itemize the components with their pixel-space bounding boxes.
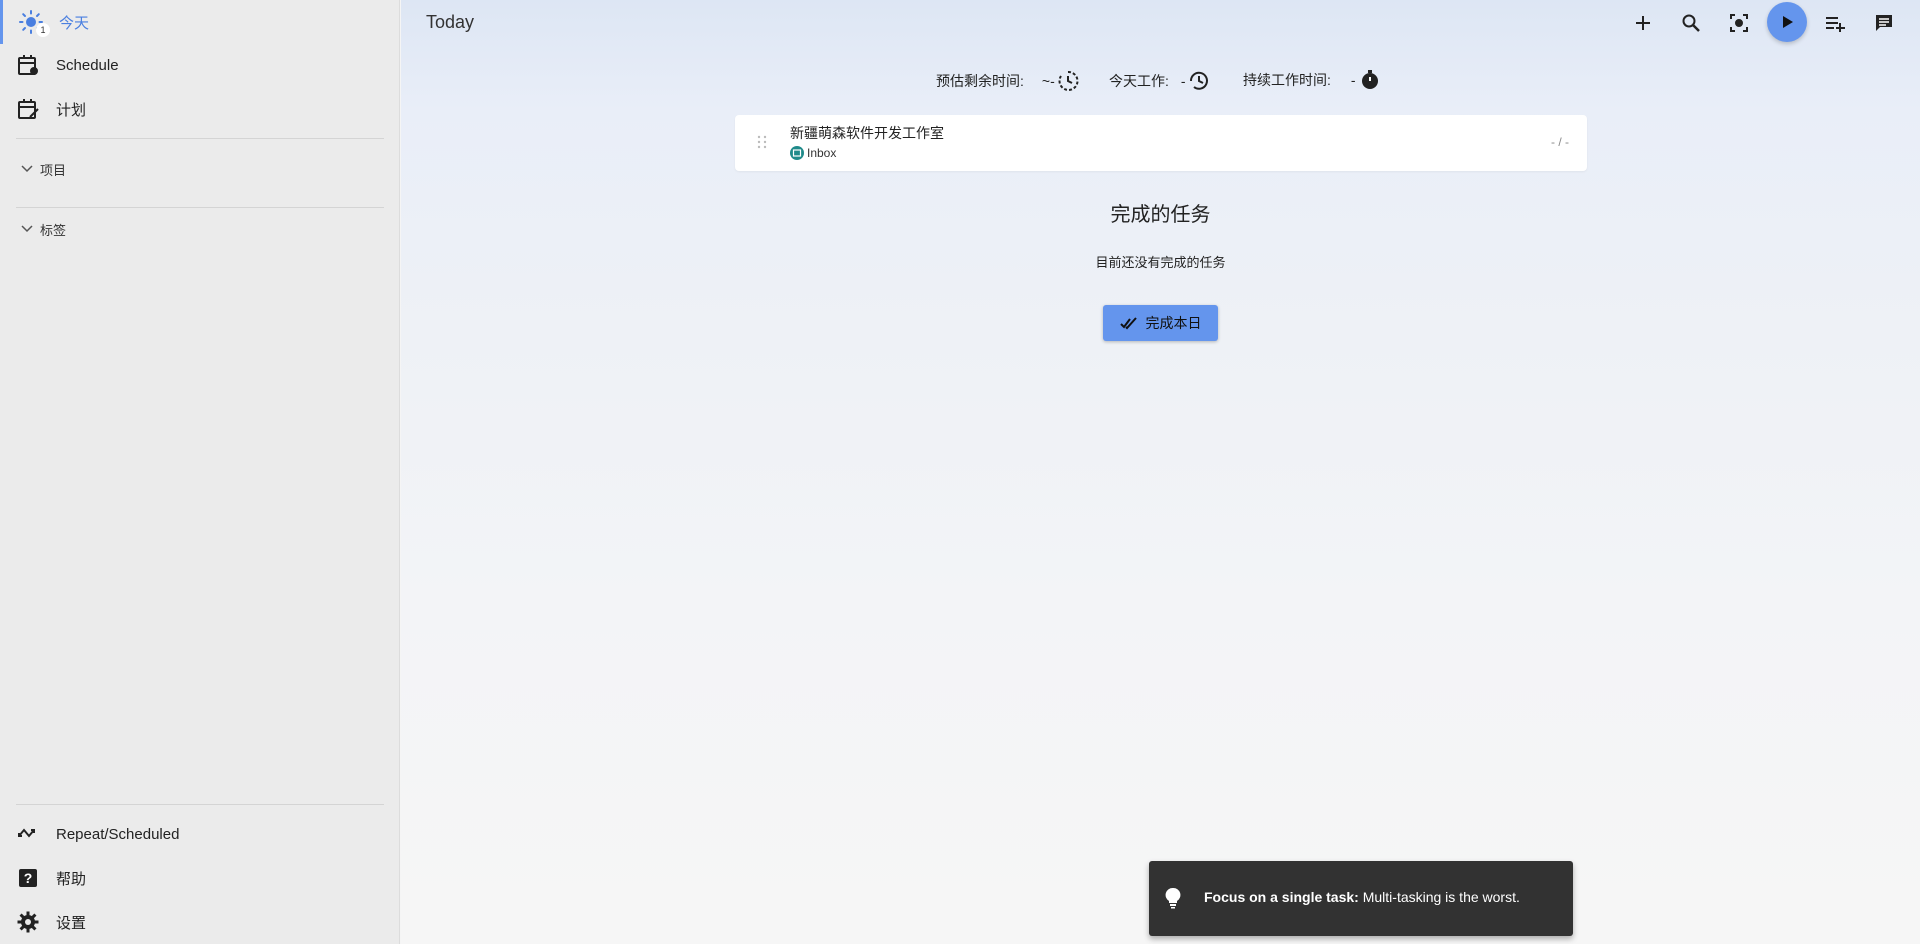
play-icon <box>1783 16 1793 28</box>
worked-value: - <box>1180 73 1186 89</box>
worked-label: 今天工作: <box>1109 73 1169 89</box>
chevron-down-icon <box>20 221 34 238</box>
sidebar-item-label: Repeat/Scheduled <box>56 825 180 843</box>
sidebar-item-today[interactable]: 1 今天 <box>0 0 400 44</box>
main-content: Today 预估剩余时间: ~- 今天工作: - 持续工作时间: - 新疆萌森软… <box>401 0 1920 944</box>
timer-icon <box>1361 70 1378 89</box>
time-stats: 预估剩余时间: ~- 今天工作: - 持续工作时间: - <box>401 70 1920 92</box>
worked-today-stat: 今天工作: - <box>1109 70 1210 92</box>
section-label: 标签 <box>40 223 67 238</box>
estimate-stat: 预估剩余时间: ~- <box>936 70 1079 92</box>
history-icon <box>1189 71 1208 90</box>
sidebar-item-label: 今天 <box>59 14 90 32</box>
sidebar-divider <box>16 207 384 208</box>
sidebar-item-label: Schedule <box>56 56 119 74</box>
task-item[interactable]: 新疆萌森软件开发工作室 Inbox - / - <box>735 115 1587 171</box>
session-label: 持续工作时间: <box>1243 72 1331 88</box>
search-icon <box>1682 14 1700 32</box>
finish-day-label: 完成本日 <box>1145 315 1202 331</box>
notes-button[interactable] <box>1867 6 1901 40</box>
sidebar-section-tags[interactable]: 标签 <box>20 220 66 239</box>
play-button[interactable] <box>1767 2 1807 42</box>
page-title: Today <box>426 12 475 32</box>
repeat-icon <box>16 822 40 846</box>
sidebar-divider <box>16 138 384 139</box>
svg-text:?: ? <box>24 870 33 886</box>
tip-bold: Focus on a single task: <box>1204 889 1359 905</box>
add-task-button[interactable] <box>1626 6 1660 40</box>
focus-icon <box>1730 14 1748 32</box>
done-tasks-title: 完成的任务 <box>1110 204 1211 226</box>
done-tasks-empty-message: 目前还没有完成的任务 <box>1095 255 1226 270</box>
task-title[interactable]: 新疆萌森软件开发工作室 <box>790 123 944 143</box>
calendar-edit-icon <box>16 97 40 121</box>
session-stat: 持续工作时间: - <box>1243 70 1380 90</box>
clock-icon <box>1058 70 1079 91</box>
lightbulb-icon <box>1165 887 1181 909</box>
done-all-icon <box>1119 317 1137 330</box>
sidebar-item-plan[interactable]: 计划 <box>0 87 400 131</box>
section-label: 项目 <box>40 163 67 178</box>
sidebar-item-schedule[interactable]: Schedule <box>0 43 400 87</box>
add-to-list-button[interactable] <box>1818 6 1852 40</box>
search-button[interactable] <box>1674 6 1708 40</box>
calendar-schedule-icon <box>16 53 40 77</box>
sidebar-section-projects[interactable]: 项目 <box>20 160 66 179</box>
task-project-tag[interactable]: Inbox <box>790 146 836 160</box>
add-icon <box>1636 16 1650 30</box>
focus-mode-button[interactable] <box>1722 6 1756 40</box>
gear-icon <box>16 910 40 934</box>
session-value: - <box>1350 72 1356 88</box>
tip-text: Focus on a single task: Multi-tasking is… <box>1204 889 1520 905</box>
tip-body: Multi-tasking is the worst. <box>1358 889 1520 905</box>
task-time-estimate[interactable]: - / - <box>1551 135 1569 149</box>
drag-handle-icon[interactable] <box>757 135 767 154</box>
sidebar-divider <box>16 804 384 805</box>
sidebar-item-repeat[interactable]: Repeat/Scheduled <box>0 812 400 856</box>
inbox-project-icon <box>790 146 804 160</box>
sidebar-item-help[interactable]: ? 帮助 <box>0 856 400 900</box>
project-label: Inbox <box>807 146 837 160</box>
help-icon: ? <box>16 866 40 890</box>
sidebar-item-label: 帮助 <box>56 870 87 888</box>
tip-snackbar: Focus on a single task: Multi-tasking is… <box>1149 861 1573 936</box>
playlist-add-icon <box>1826 17 1845 32</box>
sidebar-item-settings[interactable]: 设置 <box>0 900 400 944</box>
estimate-value: ~- <box>1041 73 1055 89</box>
estimate-label: 预估剩余时间: <box>936 73 1024 89</box>
comment-icon <box>1876 15 1892 31</box>
today-count-badge: 1 <box>36 23 50 37</box>
sidebar: 1 今天 Schedule 计划 项目 标签 Repeat/Scheduled <box>0 0 400 944</box>
finish-day-button[interactable]: 完成本日 <box>1103 305 1218 341</box>
chevron-down-icon <box>20 161 34 178</box>
sidebar-item-label: 设置 <box>56 914 87 932</box>
sidebar-item-label: 计划 <box>56 101 87 119</box>
